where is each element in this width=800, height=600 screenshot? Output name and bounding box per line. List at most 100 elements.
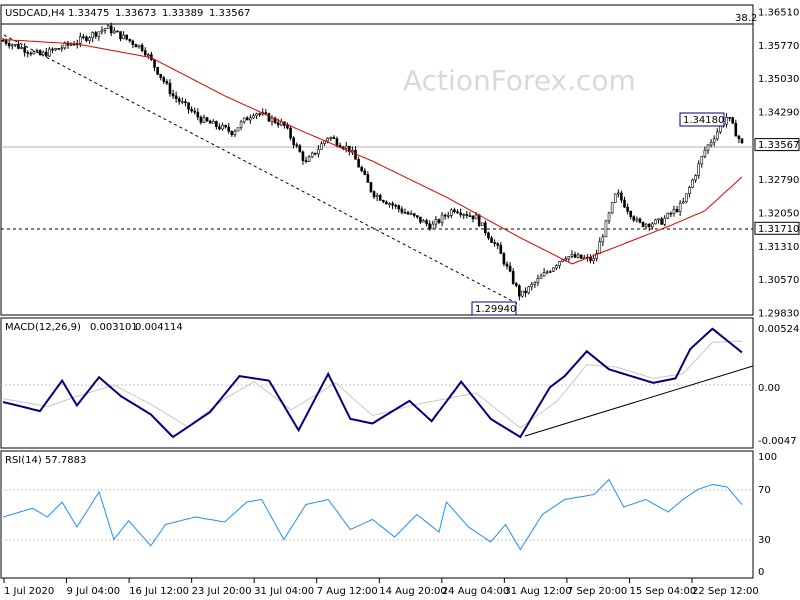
candle-body	[270, 117, 274, 122]
candle-body	[416, 215, 419, 218]
candle-body	[363, 170, 367, 175]
candle-body	[187, 102, 190, 110]
price-tick-label: 1.34290	[758, 108, 799, 119]
candle-body	[490, 237, 493, 243]
candle-body	[567, 256, 571, 260]
time-tick-label: 7 Sep 20:00	[567, 586, 627, 597]
candle-body	[119, 31, 122, 39]
candle-body	[681, 201, 685, 204]
candle-body	[289, 127, 292, 139]
candle-body	[450, 209, 453, 216]
rsi-title: RSI(14) 57.7883	[5, 455, 86, 466]
candle-body	[378, 194, 382, 201]
candle-body	[391, 203, 394, 206]
price-tick-label: 1.31310	[758, 242, 799, 253]
macd-title: MACD(12,26,9)	[5, 322, 81, 333]
symbol-title: USDCAD,H4	[5, 8, 65, 19]
candle-body	[617, 192, 620, 195]
rsi-panel: RSI(14) 57.7883 100 70 30 0	[0, 450, 777, 579]
candle-body	[471, 215, 475, 220]
candle-body	[264, 112, 268, 114]
candle-body	[480, 222, 484, 226]
candle-body	[700, 156, 704, 165]
macd-tick-label: -0.0047	[758, 436, 797, 447]
candle-body	[678, 202, 682, 212]
candle-body	[462, 214, 466, 216]
ohlc-high: 1.33673	[115, 8, 156, 19]
candle-body	[539, 275, 543, 279]
time-tick-label: 1 Jul 2020	[4, 586, 54, 597]
candle-body	[691, 179, 694, 188]
candle-body	[100, 29, 104, 33]
candle-body	[32, 51, 36, 55]
candle-body	[307, 156, 311, 162]
candle-body	[17, 43, 20, 49]
candle-body	[366, 174, 370, 183]
candle-body	[459, 212, 462, 216]
candle-body	[258, 113, 261, 116]
candle-body	[125, 34, 128, 40]
candle-body	[41, 51, 45, 56]
candle-body	[530, 284, 534, 288]
candle-body	[706, 144, 710, 151]
candle-body	[385, 201, 388, 205]
price-tick-label: 1.36510	[758, 8, 799, 19]
candle-body	[97, 31, 101, 37]
candle-body	[715, 131, 719, 140]
candle-body	[564, 258, 568, 261]
candle-body	[57, 48, 60, 50]
candle-body	[301, 151, 305, 161]
candle-body	[592, 258, 595, 262]
candle-body	[162, 77, 166, 82]
candle-body	[304, 160, 308, 162]
candle-body	[443, 214, 447, 217]
candle-body	[712, 138, 716, 143]
candle-body	[382, 200, 385, 203]
candle-body	[351, 150, 354, 152]
candle-body	[208, 120, 212, 124]
candle-body	[397, 205, 401, 210]
candle-body	[477, 214, 481, 226]
ohlc-low: 1.33389	[162, 8, 203, 19]
high-callout-value: 1.34180	[683, 115, 724, 126]
price-axis: 1.36510 1.35770 1.35030 1.34290 1.33567 1.327…	[754, 8, 800, 320]
candle-body	[499, 244, 503, 254]
candle-body	[666, 212, 670, 219]
rsi-tick-label: 30	[758, 535, 771, 546]
candle-body	[26, 52, 30, 54]
candle-body	[548, 271, 552, 273]
candle-body	[610, 202, 614, 214]
candle-body	[657, 218, 660, 221]
candle-body	[453, 209, 456, 212]
candle-body	[147, 54, 150, 56]
candle-body	[502, 253, 506, 265]
time-tick-label: 31 Aug 12:00	[504, 586, 571, 597]
candle-body	[134, 44, 138, 48]
candle-body	[196, 111, 200, 118]
candle-body	[72, 43, 76, 46]
candle-body	[202, 117, 206, 123]
low-callout-value: 1.29940	[475, 304, 516, 315]
candle-body	[688, 187, 691, 194]
candle-body	[638, 218, 642, 223]
candle-body	[91, 32, 94, 39]
candle-body	[647, 223, 651, 228]
candle-body	[527, 286, 530, 294]
candle-body	[137, 44, 141, 48]
rsi-panel-frame	[0, 450, 754, 579]
candle-body	[468, 215, 472, 217]
candle-body	[400, 208, 404, 213]
candle-body	[694, 175, 697, 181]
candle-body	[51, 48, 54, 51]
time-tick-label: 23 Jul 20:00	[192, 586, 252, 597]
candle-body	[419, 216, 422, 223]
usdcad-chart: ActionForex.com USDCAD,H4 1.33475 1.3367…	[0, 4, 800, 597]
candle-body	[536, 278, 540, 283]
price-tick-label: 1.35770	[758, 41, 799, 52]
candle-body	[573, 254, 577, 258]
candle-body	[434, 219, 438, 225]
price-panel-frame	[0, 4, 754, 316]
candle-body	[493, 242, 496, 244]
candle-body	[545, 271, 549, 274]
candle-body	[131, 40, 135, 45]
